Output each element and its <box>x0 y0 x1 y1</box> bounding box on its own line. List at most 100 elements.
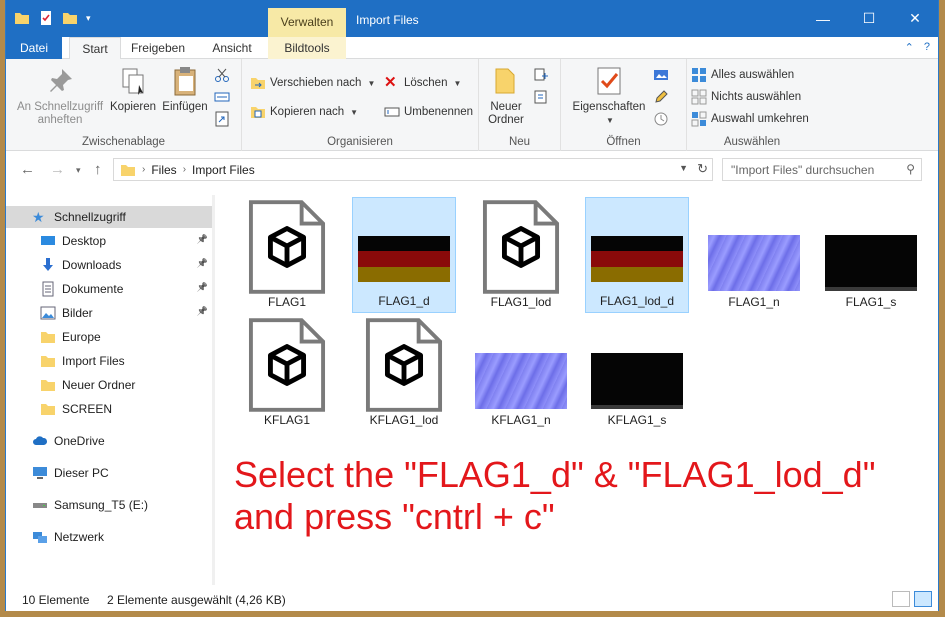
file-name: KFLAG1_lod <box>369 413 439 427</box>
normal-map-thumbnail <box>708 235 800 291</box>
file-item[interactable]: KFLAG1 <box>235 315 339 431</box>
nav-onedrive[interactable]: OneDrive <box>6 430 212 452</box>
qat-dropdown-icon[interactable]: ▾ <box>86 13 91 24</box>
nav-this-pc[interactable]: Dieser PC <box>6 462 212 484</box>
delete-button[interactable]: ✕ Löschen ▼ <box>384 75 461 91</box>
paste-shortcut-icon[interactable] <box>214 111 230 127</box>
pin-icon[interactable]: 📌 <box>197 282 208 293</box>
file-item[interactable]: FLAG1_s <box>819 197 923 313</box>
easy-access-icon[interactable] <box>533 89 549 105</box>
sidebar-item-label: Neuer Ordner <box>62 378 136 392</box>
folder-icon <box>40 401 56 417</box>
context-tab-manage[interactable]: Verwalten <box>268 8 346 37</box>
file-item[interactable]: KFLAG1_lod <box>352 315 456 431</box>
file-item[interactable]: FLAG1_lod <box>469 197 573 313</box>
nav-scrollbar[interactable] <box>212 195 215 585</box>
open-icon[interactable] <box>653 67 669 83</box>
sidebar-item-desktop[interactable]: Desktop 📌 <box>6 230 212 252</box>
sidebar-item-dokumente[interactable]: Dokumente 📌 <box>6 278 212 300</box>
nav-quick-access[interactable]: ★ Schnellzugriff <box>6 206 212 228</box>
large-icons-view-icon[interactable] <box>914 591 932 607</box>
delete-icon: ✕ <box>384 74 397 91</box>
refresh-icon[interactable]: ↻ <box>697 161 708 177</box>
copy-path-icon[interactable] <box>214 89 230 105</box>
cut-icon[interactable] <box>214 67 230 83</box>
breadcrumb-import-files[interactable]: Import Files <box>192 163 255 177</box>
sidebar-item-bilder[interactable]: Bilder 📌 <box>6 302 212 324</box>
pin-quick-access-button[interactable]: An Schnellzugriff anheften <box>14 65 106 127</box>
sidebar-item-label: Downloads <box>62 258 122 272</box>
address-bar[interactable]: › Files › Import Files ▼ ↻ <box>113 158 713 181</box>
pin-icon[interactable]: 📌 <box>197 306 208 317</box>
tab-file[interactable]: Datei <box>6 37 62 59</box>
copy-to-button[interactable]: Kopieren nach ▼ <box>250 104 358 120</box>
copy-button[interactable]: Kopieren <box>108 65 158 114</box>
invert-selection-button[interactable]: Auswahl umkehren <box>691 111 809 127</box>
rename-label: Umbenennen <box>404 106 474 118</box>
file-item[interactable]: FLAG1_n <box>702 197 806 313</box>
nav-network[interactable]: Netzwerk <box>6 526 212 548</box>
specular-map-thumbnail <box>591 353 683 409</box>
ribbon-right-controls: ⌃ ? <box>905 41 930 54</box>
address-dropdown-icon[interactable]: ▼ <box>679 163 688 173</box>
pin-icon[interactable]: 📌 <box>197 234 208 245</box>
paste-icon <box>174 67 196 96</box>
move-to-button[interactable]: Verschieben nach ▼ <box>250 75 375 91</box>
history-icon[interactable] <box>653 111 669 127</box>
recent-locations-icon[interactable]: ▾ <box>76 165 81 176</box>
file-name: KFLAG1 <box>263 413 311 427</box>
title-bar: ▾ Verwalten Import Files — ☐ ✕ <box>6 0 938 37</box>
tab-start[interactable]: Start <box>69 37 121 60</box>
address-row: ← → ▾ ↑ › Files › Import Files ▼ ↻ "Impo… <box>6 151 938 188</box>
window-title: Import Files <box>356 13 419 27</box>
sidebar-item-label: Dokumente <box>62 282 124 296</box>
maximize-icon[interactable]: ☐ <box>846 0 892 37</box>
forward-icon[interactable]: → <box>50 161 65 178</box>
invert-selection-label: Auswahl umkehren <box>711 113 809 125</box>
properties-icon[interactable] <box>38 10 54 26</box>
tab-view[interactable]: Ansicht <box>202 37 262 59</box>
network-icon <box>33 532 47 543</box>
sidebar-item-screen[interactable]: SCREEN <box>6 398 212 420</box>
file-name: KFLAG1_s <box>607 413 667 427</box>
file-name: FLAG1 <box>267 295 306 309</box>
file-item[interactable]: KFLAG1_n <box>469 315 573 431</box>
minimize-icon[interactable]: — <box>800 0 846 37</box>
file-item[interactable]: FLAG1_lod_d <box>585 197 689 313</box>
flag-thumbnail <box>591 236 683 282</box>
search-placeholder: "Import Files" durchsuchen <box>731 163 875 177</box>
details-view-icon[interactable] <box>892 591 910 607</box>
collapse-ribbon-icon[interactable]: ⌃ <box>905 41 914 54</box>
breadcrumb-files[interactable]: Files <box>151 163 176 177</box>
up-icon[interactable]: ↑ <box>94 161 102 178</box>
sidebar-item-europe[interactable]: Europe <box>6 326 212 348</box>
paste-button[interactable]: Einfügen <box>160 65 210 114</box>
select-all-button[interactable]: Alles auswählen <box>691 67 794 83</box>
pin-icon[interactable]: 📌 <box>197 258 208 269</box>
tab-picture-tools[interactable]: Bildtools <box>268 37 346 59</box>
file-item[interactable]: FLAG1_d <box>352 197 456 313</box>
rename-button[interactable]: Umbenennen <box>384 104 473 120</box>
help-icon[interactable]: ? <box>924 41 930 54</box>
pin-icon <box>50 69 72 92</box>
back-icon[interactable]: ← <box>20 161 35 178</box>
sidebar-item-downloads[interactable]: Downloads 📌 <box>6 254 212 276</box>
file-name: FLAG1_n <box>728 295 780 309</box>
properties-button[interactable]: Eigenschaften ▼ <box>569 65 649 127</box>
sidebar-item-neuer-ordner[interactable]: Neuer Ordner <box>6 374 212 396</box>
navigation-pane: ★ Schnellzugriff Desktop 📌 Downloads 📌 Dokum… <box>6 195 215 585</box>
search-input[interactable]: "Import Files" durchsuchen ⚲ <box>722 158 922 181</box>
edit-icon[interactable] <box>653 89 669 105</box>
new-folder-icon[interactable] <box>62 10 78 26</box>
close-icon[interactable]: ✕ <box>892 0 938 37</box>
file-item[interactable]: KFLAG1_s <box>585 315 689 431</box>
sidebar-item-import-files[interactable]: Import Files <box>6 350 212 372</box>
new-folder-button[interactable]: Neuer Ordner <box>483 65 529 127</box>
new-item-icon[interactable] <box>533 67 549 83</box>
select-none-button[interactable]: Nichts auswählen <box>691 89 801 105</box>
tab-share[interactable]: Freigeben <box>124 37 192 59</box>
group-label-open: Öffnen <box>606 136 641 148</box>
nav-drive[interactable]: Samsung_T5 (E:) <box>6 494 212 516</box>
file-item[interactable]: FLAG1 <box>235 197 339 313</box>
sidebar-item-label: Desktop <box>62 234 107 248</box>
